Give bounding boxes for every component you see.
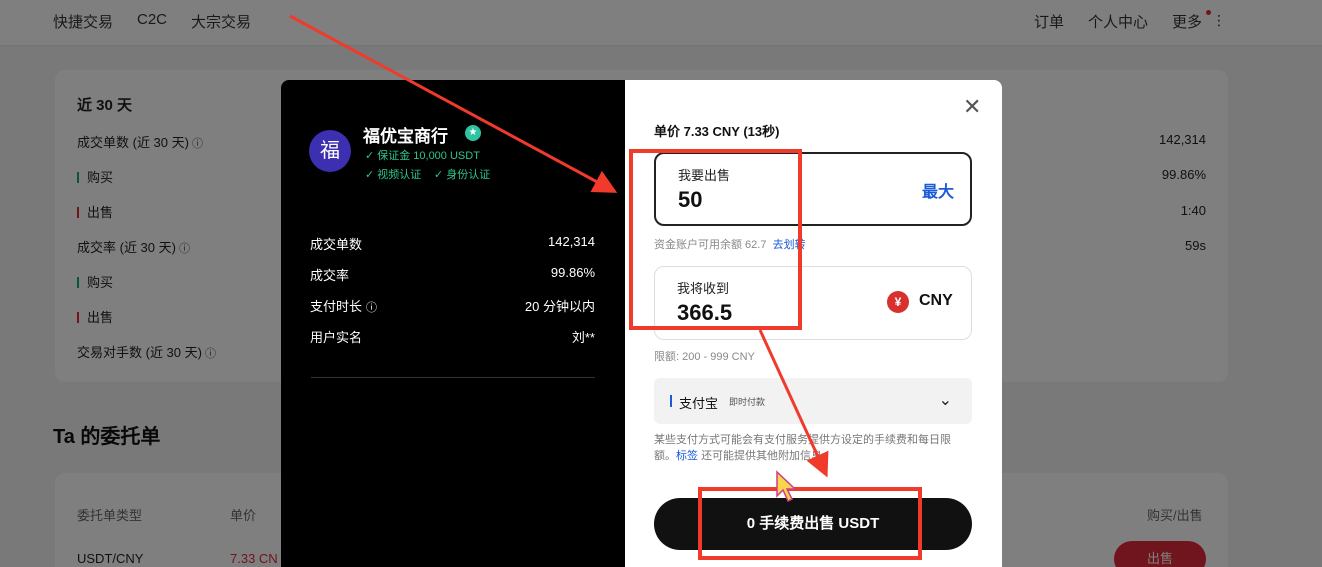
annotation-arrow	[289, 14, 618, 193]
annotation-arrow	[758, 329, 829, 478]
cursor-icon	[776, 470, 797, 503]
annotation-arrows	[289, 14, 829, 503]
